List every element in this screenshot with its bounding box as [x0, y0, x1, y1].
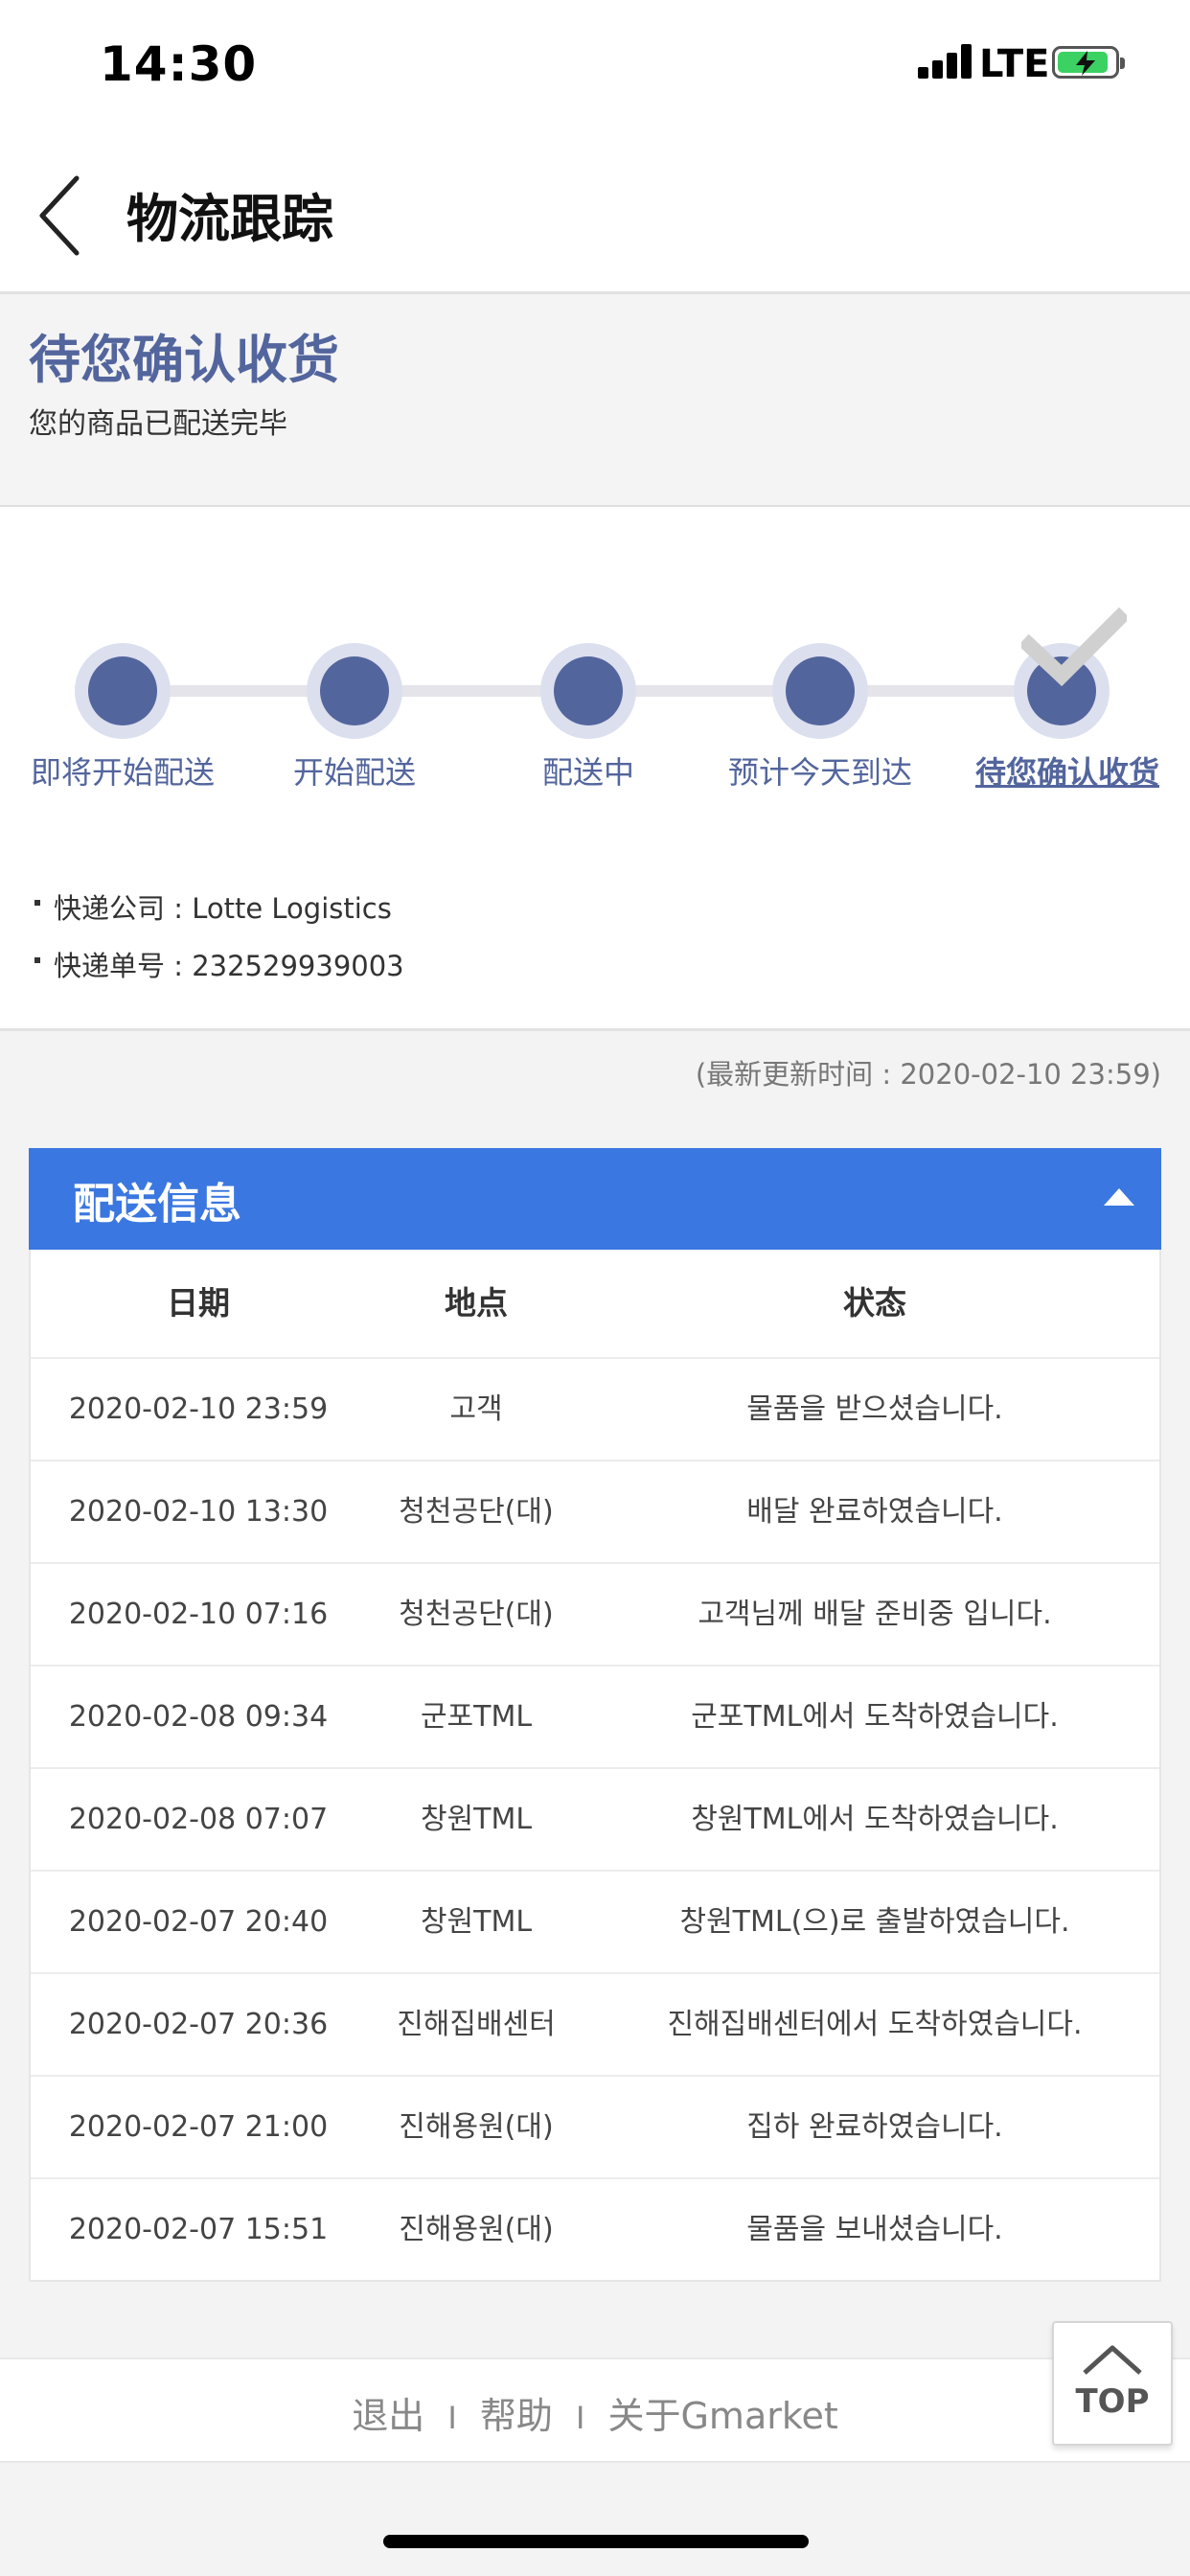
cell-location: 진해용원(대)	[399, 2110, 554, 2144]
delivery-info-title: 配送信息	[73, 1180, 241, 1229]
progress-step-label-current: 待您确认收货	[974, 754, 1159, 791]
cell-location: 진해집배센터	[397, 2008, 556, 2041]
home-indicator[interactable]	[383, 2535, 809, 2548]
cell-status: 물품을 보내셨습니다.	[746, 2213, 1003, 2246]
column-header-location: 地点	[445, 1284, 508, 1322]
back-button[interactable]	[34, 172, 92, 259]
progress-section: 即将开始配送 开始配送 配送中 预计今天到达 待您确认收货 快递公司 : Lot…	[0, 507, 1190, 1031]
cell-location: 창원TML	[420, 1803, 533, 1836]
cell-status: 고객님께 배달 준비중 입니다.	[698, 1598, 1052, 1631]
cell-date: 2020-02-08 07:07	[68, 1803, 329, 1836]
table-header-row: 日期 地点 状态	[31, 1250, 1159, 1359]
status-bar: 14:30 LTE	[0, 0, 1190, 134]
table-row: 2020-02-07 21:00 진해용원(대) 집하 완료하였습니다.	[31, 2077, 1159, 2179]
cell-date: 2020-02-10 23:59	[68, 1392, 329, 1426]
cell-status: 군포TML에서 도착하였습니다.	[691, 1700, 1059, 1734]
summary-subtitle: 您的商品已配送完毕	[29, 407, 287, 441]
cell-location: 창원TML	[420, 1905, 533, 1939]
progress-step-1	[75, 643, 171, 739]
chevron-up-icon	[1083, 2345, 1142, 2375]
courier-company: 快递公司 : Lotte Logistics	[34, 886, 392, 927]
collapse-arrow-icon[interactable]	[1104, 1188, 1134, 1206]
cell-status: 집하 완료하였습니다.	[746, 2110, 1003, 2144]
cell-status: 배달 완료하였습니다.	[746, 1495, 1003, 1529]
tracking-number: 快递单号 : 232529939003	[34, 944, 404, 984]
cell-date: 2020-02-07 15:51	[68, 2213, 329, 2246]
checkmark-icon	[1021, 607, 1127, 687]
status-time: 14:30	[100, 36, 258, 92]
logout-link[interactable]: 退出	[352, 2395, 424, 2437]
footer-separator: I	[447, 2400, 457, 2436]
table-row: 2020-02-07 20:40 창원TML 창원TML(으)로 출발하였습니다…	[31, 1872, 1159, 1974]
table-row: 2020-02-08 07:07 창원TML 창원TML에서 도착하였습니다.	[31, 1769, 1159, 1872]
table-row: 2020-02-10 23:59 고객 물품을 받으셨습니다.	[31, 1359, 1159, 1461]
column-header-status: 状态	[843, 1284, 906, 1322]
network-label: LTE	[979, 42, 1050, 86]
cell-status: 물품을 받으셨습니다.	[746, 1392, 1003, 1426]
nav-bar: 物流跟踪	[0, 134, 1190, 294]
cell-date: 2020-02-08 09:34	[68, 1700, 329, 1734]
cell-date: 2020-02-07 20:36	[68, 2008, 329, 2041]
cell-location: 청천공단(대)	[399, 1495, 554, 1529]
table-row: 2020-02-07 20:36 진해집배센터 진해집배센터에서 도착하였습니다…	[31, 1974, 1159, 2077]
delivery-info-card: 配送信息 日期 地点 状态 2020-02-10 23:59 고객 물품을 받으…	[29, 1148, 1161, 2282]
cell-date: 2020-02-10 13:30	[68, 1495, 329, 1529]
battery-icon	[1052, 46, 1125, 79]
cell-date: 2020-02-07 21:00	[68, 2110, 329, 2144]
progress-step-2	[307, 643, 402, 739]
footer: 退出 I 帮助 I 关于Gmarket	[0, 2358, 1190, 2463]
scroll-to-top-button[interactable]: TOP	[1052, 2321, 1173, 2446]
progress-step-label: 即将开始配送	[30, 754, 215, 791]
cell-location: 청천공단(대)	[399, 1598, 554, 1631]
cell-location: 고객	[449, 1392, 503, 1426]
footer-separator: I	[575, 2400, 585, 2436]
cell-date: 2020-02-10 07:16	[68, 1598, 329, 1631]
progress-step-label: 开始配送	[292, 754, 416, 791]
page-title: 物流跟踪	[126, 189, 333, 249]
footer-links: 退出 I 帮助 I 关于Gmarket	[0, 2386, 1190, 2439]
status-summary: 待您确认收货 您的商品已配送完毕	[0, 294, 1190, 507]
progress-step-3	[540, 643, 636, 739]
last-updated: (最新更新时间 : 2020-02-10 23:59)	[695, 1058, 1161, 1091]
chevron-left-icon	[39, 175, 80, 256]
delivery-table: 日期 地点 状态 2020-02-10 23:59 고객 물품을 받으셨습니다.…	[29, 1250, 1161, 2282]
table-row: 2020-02-10 13:30 청천공단(대) 배달 완료하였습니다.	[31, 1461, 1159, 1564]
signal-icon	[918, 44, 972, 79]
column-header-date: 日期	[167, 1284, 230, 1322]
cell-location: 진해용원(대)	[399, 2213, 554, 2246]
table-row: 2020-02-08 09:34 군포TML 군포TML에서 도착하였습니다.	[31, 1667, 1159, 1769]
cell-status: 창원TML(으)로 출발하였습니다.	[679, 1905, 1070, 1939]
progress-step-label: 配送中	[541, 754, 634, 791]
progress-step-4	[772, 643, 868, 739]
table-row: 2020-02-07 15:51 진해용원(대) 물품을 보내셨습니다.	[31, 2179, 1159, 2280]
table-row: 2020-02-10 07:16 청천공단(대) 고객님께 배달 준비중 입니다…	[31, 1564, 1159, 1667]
cell-status: 진해집배센터에서 도착하였습니다.	[667, 2008, 1083, 2041]
progress-step-label: 预计今天到达	[727, 754, 912, 791]
cell-location: 군포TML	[420, 1700, 533, 1734]
summary-title: 待您确认收货	[29, 330, 339, 390]
cell-date: 2020-02-07 20:40	[68, 1905, 329, 1939]
top-button-label: TOP	[1075, 2382, 1150, 2421]
cell-status: 창원TML에서 도착하였습니다.	[691, 1803, 1059, 1836]
about-gmarket-link[interactable]: 关于Gmarket	[607, 2395, 837, 2437]
help-link[interactable]: 帮助	[480, 2395, 553, 2437]
delivery-info-header[interactable]: 配送信息	[29, 1148, 1161, 1250]
